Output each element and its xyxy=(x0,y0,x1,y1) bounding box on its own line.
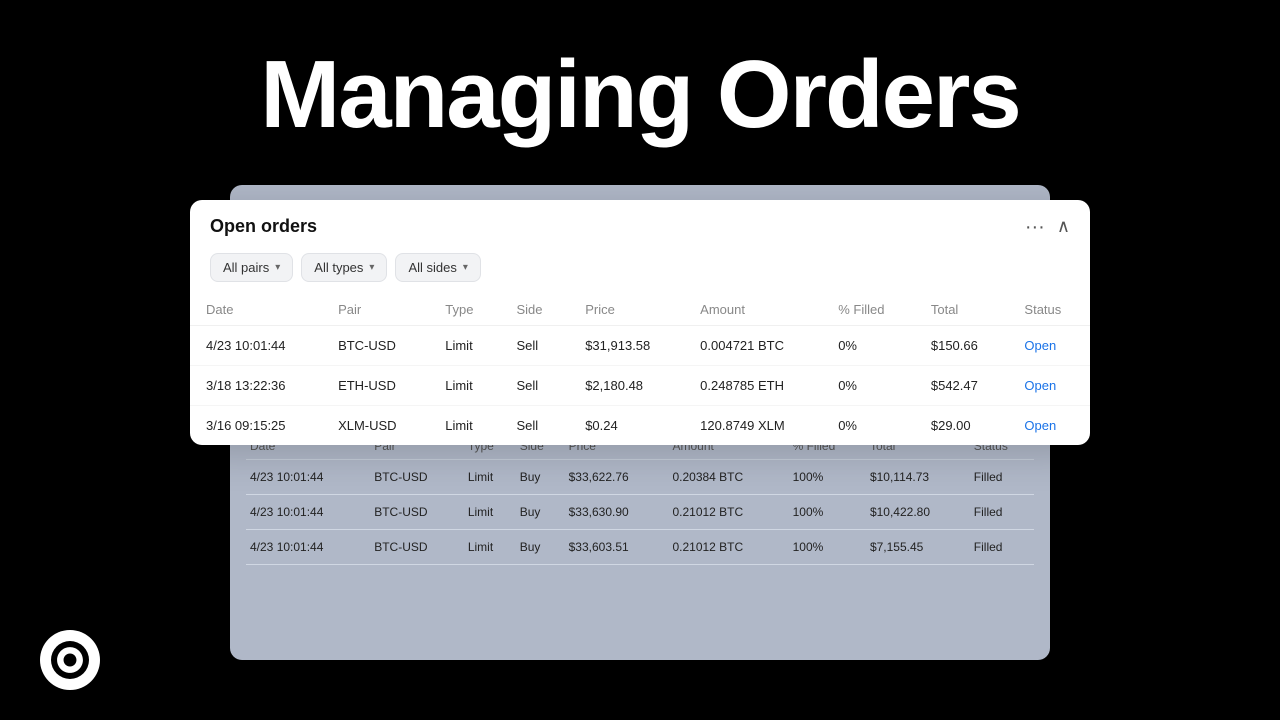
col-pair: Pair xyxy=(322,294,429,326)
hero-title: Managing Orders xyxy=(0,40,1280,150)
chevron-down-icon: ▾ xyxy=(463,262,468,273)
card-title: Open orders xyxy=(210,216,317,237)
filter-all-pairs[interactable]: All pairs ▾ xyxy=(210,253,293,282)
col-status: Status xyxy=(1008,294,1090,326)
open-orders-card: Open orders ··· ∧ All pairs ▾ All types … xyxy=(190,200,1090,445)
filter-all-sides[interactable]: All sides ▾ xyxy=(395,253,480,282)
coinbase-logo xyxy=(40,630,100,690)
filter-all-types[interactable]: All types ▾ xyxy=(301,253,387,282)
table-row[interactable]: 4/23 10:01:44 BTC-USD Limit Sell $31,913… xyxy=(190,326,1090,366)
card-header: Open orders ··· ∧ xyxy=(190,200,1090,245)
col-type: Type xyxy=(429,294,500,326)
table-row: 4/23 10:01:44 BTC-USD Limit Buy $33,630.… xyxy=(246,495,1034,530)
col-amount: Amount xyxy=(684,294,822,326)
table-row[interactable]: 3/18 13:22:36 ETH-USD Limit Sell $2,180.… xyxy=(190,366,1090,406)
table-header-row: Date Pair Type Side Price Amount % Fille… xyxy=(190,294,1090,326)
more-options-button[interactable]: ··· xyxy=(1025,217,1045,237)
col-date: Date xyxy=(190,294,322,326)
filter-bar: All pairs ▾ All types ▾ All sides ▾ xyxy=(190,245,1090,294)
col-side: Side xyxy=(501,294,570,326)
col-pct-filled: % Filled xyxy=(822,294,915,326)
col-total: Total xyxy=(915,294,1009,326)
table-row: 4/23 10:01:44 BTC-USD Limit Buy $33,622.… xyxy=(246,460,1034,495)
bg-orders-table: Date Pair Type Side Price Amount % Fille… xyxy=(246,433,1034,565)
table-row[interactable]: 3/16 09:15:25 XLM-USD Limit Sell $0.24 1… xyxy=(190,406,1090,446)
table-row: 4/23 10:01:44 BTC-USD Limit Buy $33,603.… xyxy=(246,530,1034,565)
col-price: Price xyxy=(569,294,684,326)
chevron-down-icon: ▾ xyxy=(275,262,280,273)
card-header-actions: ··· ∧ xyxy=(1025,216,1070,237)
chevron-down-icon: ▾ xyxy=(369,262,374,273)
collapse-button[interactable]: ∧ xyxy=(1057,216,1070,237)
open-orders-table: Date Pair Type Side Price Amount % Fille… xyxy=(190,294,1090,445)
